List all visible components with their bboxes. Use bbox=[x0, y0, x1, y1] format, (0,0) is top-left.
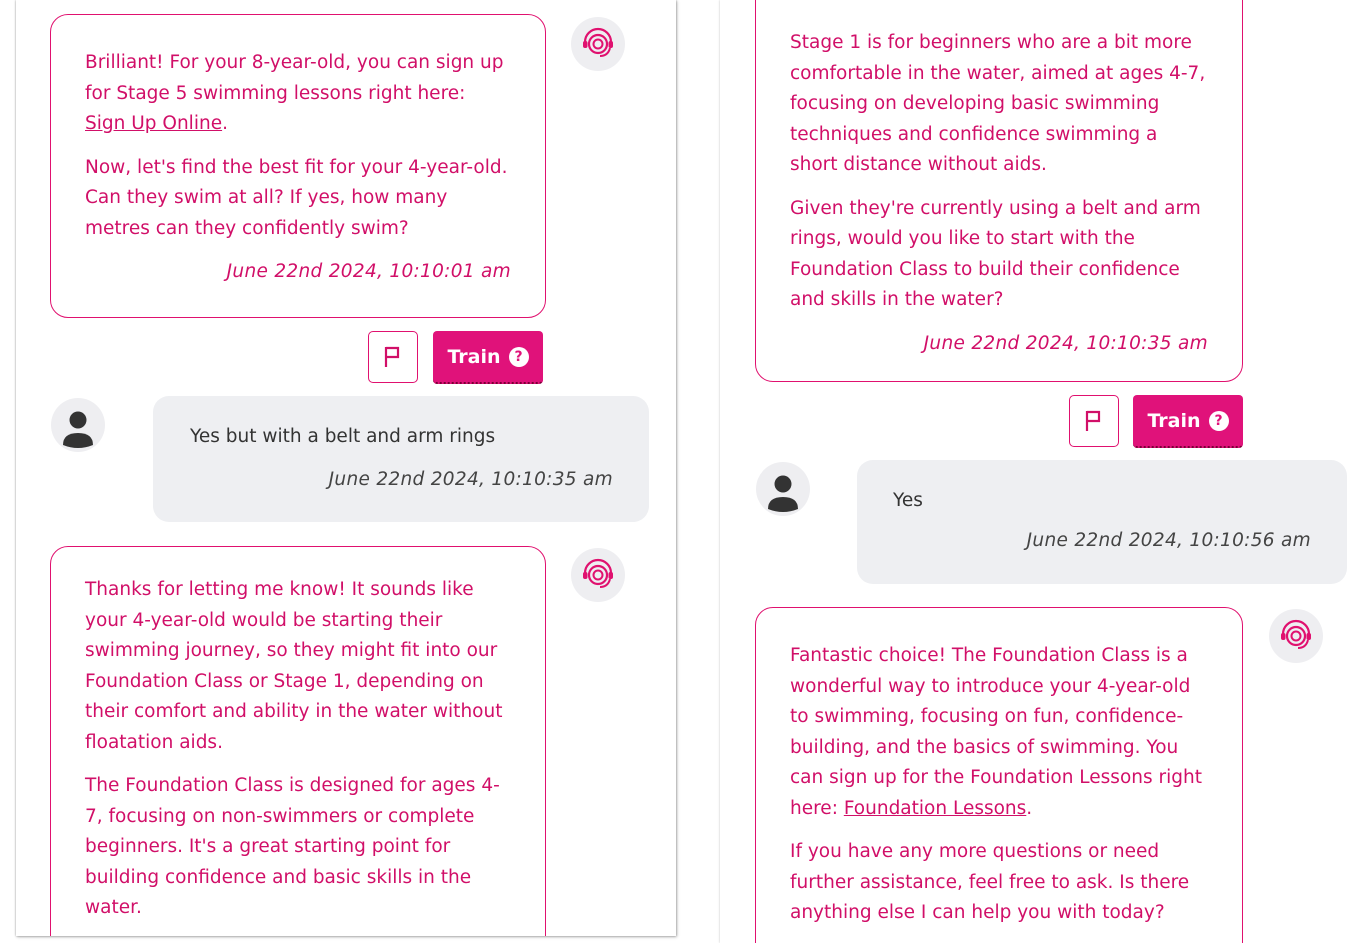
question-circle-icon: ? bbox=[1208, 410, 1229, 431]
bot-message-paragraph: Stage 1 is for beginners who are a bit m… bbox=[790, 32, 1206, 175]
train-button[interactable]: Train ? bbox=[1133, 395, 1243, 448]
bot-avatar bbox=[571, 17, 625, 71]
sign-up-online-link[interactable]: Sign Up Online bbox=[85, 113, 222, 134]
chat-panel-left: Brilliant! For your 8-year-old, you can … bbox=[16, 0, 676, 936]
message-timestamp: June 22nd 2024, 10:10:35 am bbox=[328, 469, 613, 490]
bot-message-paragraph: Thanks for letting me know! It sounds li… bbox=[85, 579, 503, 753]
bot-message: Thanks for letting me know! It sounds li… bbox=[50, 546, 546, 936]
bot-avatar bbox=[571, 548, 625, 602]
flag-icon bbox=[1085, 410, 1101, 431]
user-avatar bbox=[756, 462, 810, 516]
bot-message: Brilliant! For your 8-year-old, you can … bbox=[50, 14, 546, 318]
user-message: Yes June 22nd 2024, 10:10:56 am bbox=[857, 460, 1347, 584]
user-message: Yes but with a belt and arm rings June 2… bbox=[153, 396, 649, 522]
bot-message-paragraph: Brilliant! For your 8-year-old, you can … bbox=[85, 52, 504, 134]
train-button-label: Train bbox=[1147, 409, 1201, 432]
flag-icon bbox=[384, 346, 400, 367]
train-button[interactable]: Train ? bbox=[433, 331, 543, 384]
train-button-label: Train bbox=[447, 345, 501, 368]
bot-message-paragraph: Fantastic choice! The Foundation Class i… bbox=[790, 645, 1202, 819]
bot-message-paragraph: The Foundation Class is designed for age… bbox=[85, 775, 500, 918]
foundation-lessons-link[interactable]: Foundation Lessons bbox=[844, 798, 1026, 819]
bot-avatar bbox=[1269, 609, 1323, 663]
chat-panel-right: Stage 1 is for beginners who are a bit m… bbox=[720, 0, 1366, 943]
user-message-text: Yes but with a belt and arm rings bbox=[190, 426, 496, 447]
bot-message: Fantastic choice! The Foundation Class i… bbox=[755, 607, 1243, 943]
headset-agent-icon bbox=[583, 27, 613, 57]
question-circle-icon: ? bbox=[508, 346, 529, 367]
flag-button[interactable] bbox=[368, 331, 418, 383]
message-timestamp: June 22nd 2024, 10:10:01 am bbox=[226, 261, 511, 282]
bot-message: Stage 1 is for beginners who are a bit m… bbox=[755, 0, 1243, 382]
user-avatar bbox=[51, 398, 105, 452]
headset-agent-icon bbox=[583, 558, 613, 588]
user-message-text: Yes bbox=[893, 490, 923, 511]
message-timestamp: June 22nd 2024, 10:10:35 am bbox=[923, 332, 1208, 354]
person-avatar-icon bbox=[63, 411, 93, 448]
bot-message-paragraph: If you have any more questions or need f… bbox=[790, 841, 1190, 923]
person-avatar-icon bbox=[768, 475, 798, 512]
bot-message-paragraph: Now, let's find the best fit for your 4-… bbox=[85, 156, 508, 239]
bot-message-paragraph: Given they're currently using a belt and… bbox=[790, 197, 1201, 311]
message-timestamp: June 22nd 2024, 10:10:56 am bbox=[1026, 530, 1311, 551]
flag-button[interactable] bbox=[1069, 395, 1119, 447]
headset-agent-icon bbox=[1281, 619, 1311, 649]
